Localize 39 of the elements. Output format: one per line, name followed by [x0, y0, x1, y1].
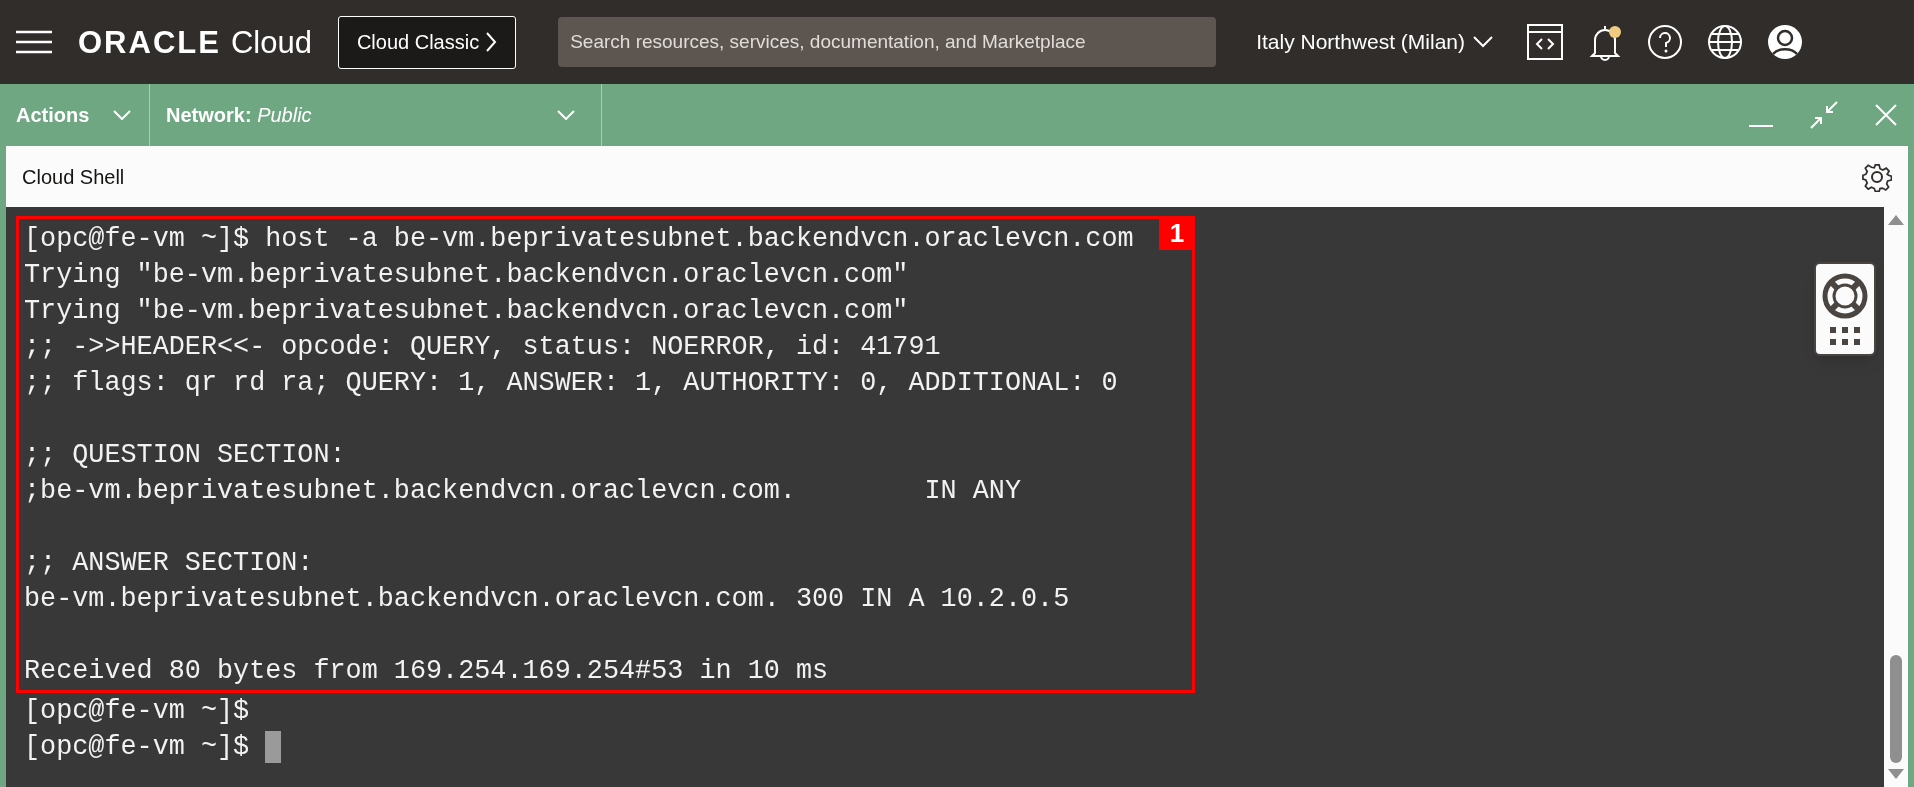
terminal-line: Received 80 bytes from 169.254.169.254#53 in 10 ms: [24, 655, 829, 688]
terminal-line: Trying "be-vm.beprivatesubnet.backendvcn.oraclevcn.com": [24, 295, 909, 328]
callout-badge: 1: [1159, 216, 1195, 250]
terminal-line: ;be-vm.beprivatesubnet.backendvcn.oraclevcn.com. IN ANY: [24, 475, 1021, 508]
cloud-classic-button[interactable]: Cloud Classic: [337, 15, 517, 69]
restore-icon[interactable]: [1810, 101, 1838, 129]
terminal-line: Trying "be-vm.beprivatesubnet.backendvcn.oraclevcn.com": [24, 259, 909, 292]
terminal[interactable]: [6, 207, 1884, 787]
help-widget[interactable]: [1814, 262, 1876, 356]
search-field[interactable]: Search resources, services, documentation, and Marketplace: [558, 17, 1217, 67]
close-icon[interactable]: [1874, 103, 1898, 127]
notification-bell-icon[interactable]: [1587, 23, 1624, 61]
code-editor-icon[interactable]: [1527, 24, 1564, 60]
panel-title: Cloud Shell: [22, 164, 125, 190]
terminal-line: ;; QUESTION SECTION:: [24, 439, 346, 472]
terminal-line: [opc@fe-vm ~]$ host -a be-vm.beprivatesubnet.backendvcn.oraclevcn.com: [24, 223, 1134, 256]
scroll-down-icon[interactable]: [1888, 769, 1904, 779]
terminal-line: be-vm.beprivatesubnet.backendvcn.oraclevcn.com. 300 IN A 10.2.0.5: [24, 583, 1070, 616]
chevron-down-icon: [1473, 36, 1494, 48]
settings-icon[interactable]: [1862, 161, 1892, 192]
grid-icon: [1830, 327, 1860, 345]
globe-icon[interactable]: [1707, 24, 1744, 60]
text-cursor: [265, 731, 282, 763]
help-icon[interactable]: [1647, 24, 1684, 60]
region-selector[interactable]: Italy Northwest (Milan): [1256, 26, 1494, 58]
chevron-down-icon: [113, 110, 131, 120]
terminal-line: [opc@fe-vm ~]$: [24, 731, 250, 764]
scrollbar-thumb[interactable]: [1890, 655, 1902, 763]
terminal-line: ;; flags: qr rd ra; QUERY: 1, ANSWER: 1, AUTHORITY: 0, ADDITIONAL: 0: [24, 367, 1118, 400]
terminal-line: [opc@fe-vm ~]$: [24, 695, 250, 728]
chevron-down-icon: [557, 110, 575, 120]
user-avatar-icon[interactable]: [1767, 24, 1804, 60]
chevron-right-icon: [485, 31, 498, 53]
lifebuoy-icon: [1822, 273, 1868, 319]
terminal-line: ;; ANSWER SECTION:: [24, 547, 314, 580]
terminal-line: ;; ->>HEADER<<- opcode: QUERY, status: NOERROR, id: 41791: [24, 331, 941, 364]
logo-product[interactable]: Cloud: [230, 26, 312, 58]
scroll-up-icon[interactable]: [1888, 215, 1904, 225]
logo-wordmark[interactable]: ORACLE: [78, 26, 221, 58]
